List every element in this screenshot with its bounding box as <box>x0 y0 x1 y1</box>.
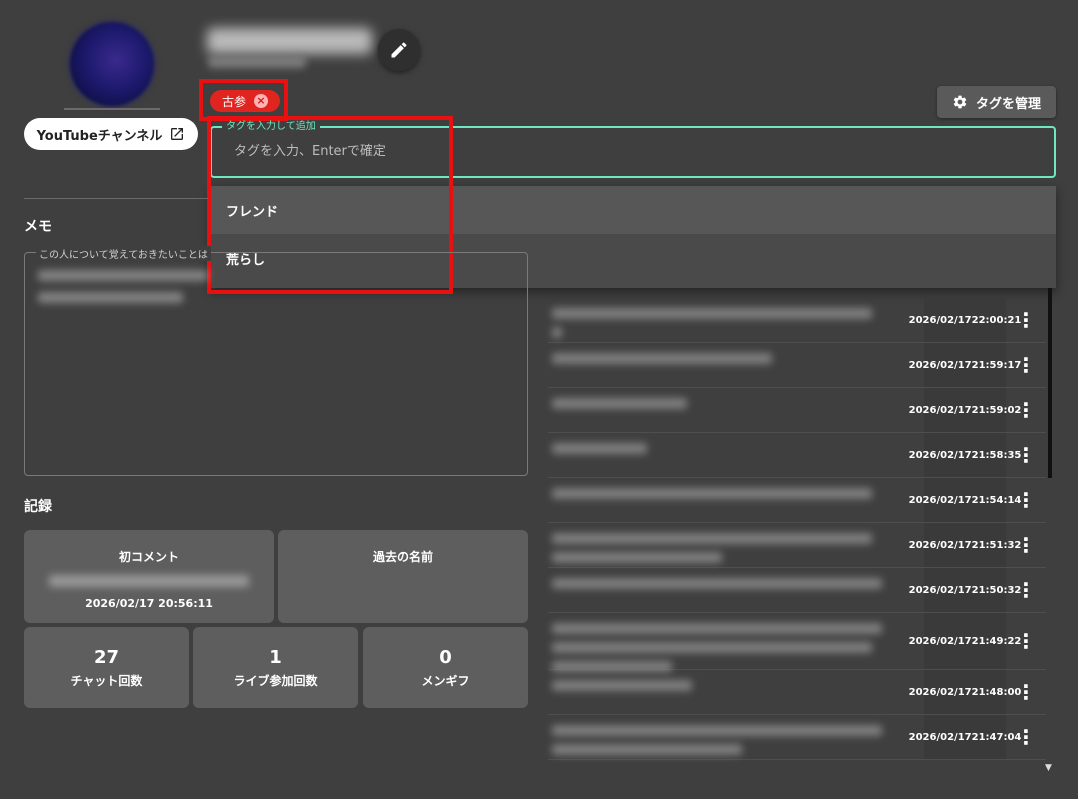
gear-icon <box>953 95 967 109</box>
comment-row: 2026/02/17 21:47:04 ⋮ <box>548 715 1046 760</box>
comment-row: 2026/02/17 21:50:32 ⋮ <box>548 568 1046 613</box>
past-names-title: 過去の名前 <box>372 550 433 564</box>
first-comment-card: 初コメント 2026/02/17 20:56:11 <box>24 530 274 623</box>
comment-timestamp: 2026/02/17 21:54:14 <box>909 478 1021 522</box>
past-names-card: 過去の名前 <box>278 530 528 623</box>
comment-text-blurred <box>548 388 924 432</box>
section-divider <box>24 198 208 199</box>
comment-date: 2026/02/17 <box>908 449 972 461</box>
memo-title: メモ <box>24 219 52 235</box>
stat-label: メンギフ <box>421 673 470 688</box>
more-vert-icon[interactable]: ⋮ <box>1006 298 1046 342</box>
comment-row: 2026/02/17 21:59:02 ⋮ <box>548 388 1046 433</box>
more-vert-icon[interactable]: ⋮ <box>1006 715 1046 759</box>
memo-textarea[interactable] <box>24 252 528 476</box>
highlight-box-chip <box>199 79 288 121</box>
comment-timestamp: 2026/02/17 21:48:00 <box>909 670 1021 714</box>
comment-text-blurred <box>548 523 924 567</box>
more-vert-icon[interactable]: ⋮ <box>1006 568 1046 612</box>
comment-date: 2026/02/17 <box>908 404 972 416</box>
more-vert-icon[interactable]: ⋮ <box>1006 523 1046 567</box>
comment-date: 2026/02/17 <box>908 686 972 698</box>
first-comment-date: 2026/02/17 20:56:11 <box>85 597 213 610</box>
stat-value: 1 <box>269 646 282 668</box>
more-vert-icon[interactable]: ⋮ <box>1006 478 1046 522</box>
comment-row: 2026/02/17 21:54:14 ⋮ <box>548 478 1046 523</box>
comment-text-blurred <box>548 433 924 477</box>
youtube-channel-label: YouTubeチャンネル <box>36 128 163 144</box>
comment-timestamp: 2026/02/17 21:49:22 <box>909 613 1021 669</box>
more-vert-icon[interactable]: ⋮ <box>1006 433 1046 477</box>
more-vert-icon[interactable]: ⋮ <box>1006 388 1046 432</box>
comment-row: 2026/02/17 21:59:17 ⋮ <box>548 343 1046 388</box>
memo-text-blurred <box>38 292 183 303</box>
comment-text-blurred <box>548 568 924 612</box>
youtube-channel-button[interactable]: YouTubeチャンネル <box>24 118 198 150</box>
comment-timestamp: 2026/02/17 21:47:04 <box>909 715 1021 759</box>
comment-date: 2026/02/17 <box>908 494 972 506</box>
comment-date: 2026/02/17 <box>908 635 972 647</box>
scroll-down-icon[interactable]: ▼ <box>1045 763 1052 773</box>
comment-text-blurred <box>548 343 924 387</box>
memo-text-blurred <box>38 270 208 281</box>
record-title: 記録 <box>24 499 52 515</box>
comment-row: 2026/02/17 21:58:35 ⋮ <box>548 433 1046 478</box>
stat-label: ライブ参加回数 <box>233 673 318 688</box>
comment-timestamp: 2026/02/17 21:59:02 <box>909 388 1021 432</box>
manage-tags-button[interactable]: タグを管理 <box>937 86 1056 118</box>
more-vert-icon[interactable]: ⋮ <box>1006 343 1046 387</box>
comment-date: 2026/02/17 <box>908 359 972 371</box>
comment-date: 2026/02/17 <box>908 539 972 551</box>
external-link-icon <box>171 128 184 140</box>
comment-timestamp: 2026/02/17 21:58:35 <box>909 433 1021 477</box>
comment-timestamp: 2026/02/17 21:50:32 <box>909 568 1021 612</box>
comment-text-blurred <box>548 670 924 714</box>
stat-live-count: 1 ライブ参加回数 <box>193 627 358 708</box>
channel-handle-blurred <box>208 56 306 68</box>
manage-tags-label: タグを管理 <box>975 96 1041 112</box>
stat-value: 0 <box>439 646 452 668</box>
comment-timestamp: 2026/02/17 22:00:21 <box>909 298 1021 342</box>
comment-text-blurred <box>548 613 924 672</box>
stat-value: 27 <box>93 646 120 668</box>
comment-text-blurred <box>548 478 924 522</box>
comment-row: 2026/02/17 21:49:22 ⋮ <box>548 613 1046 672</box>
avatar-divider <box>64 108 160 110</box>
comment-text-blurred <box>548 298 924 342</box>
more-vert-icon[interactable]: ⋮ <box>1006 670 1046 714</box>
comment-row: 2026/02/17 22:00:21 ⋮ <box>548 298 1046 343</box>
avatar <box>64 22 160 110</box>
stat-member-gift: 0 メンギフ <box>363 627 528 708</box>
first-comment-text-blurred <box>49 575 249 587</box>
first-comment-title: 初コメント <box>118 550 179 564</box>
comment-timestamp: 2026/02/17 21:51:32 <box>909 523 1021 567</box>
comment-timestamp: 2026/02/17 21:59:17 <box>909 343 1021 387</box>
comment-date: 2026/02/17 <box>908 314 972 326</box>
stat-label: チャット回数 <box>70 673 143 688</box>
comment-date: 2026/02/17 <box>908 584 972 596</box>
pencil-icon <box>391 42 407 58</box>
comment-text-blurred <box>548 715 924 759</box>
comment-row: 2026/02/17 21:48:00 ⋮ <box>548 670 1046 715</box>
memo-field-label: この人について覚えておきたいことは <box>36 246 211 261</box>
scrollbar[interactable] <box>1048 288 1052 478</box>
edit-name-button[interactable] <box>378 29 420 71</box>
channel-name-blurred <box>207 28 372 54</box>
more-vert-icon[interactable]: ⋮ <box>1006 613 1046 669</box>
comment-date: 2026/02/17 <box>908 731 972 743</box>
comment-row: 2026/02/17 21:51:32 ⋮ <box>548 523 1046 568</box>
stat-chat-count: 27 チャット回数 <box>24 627 189 708</box>
